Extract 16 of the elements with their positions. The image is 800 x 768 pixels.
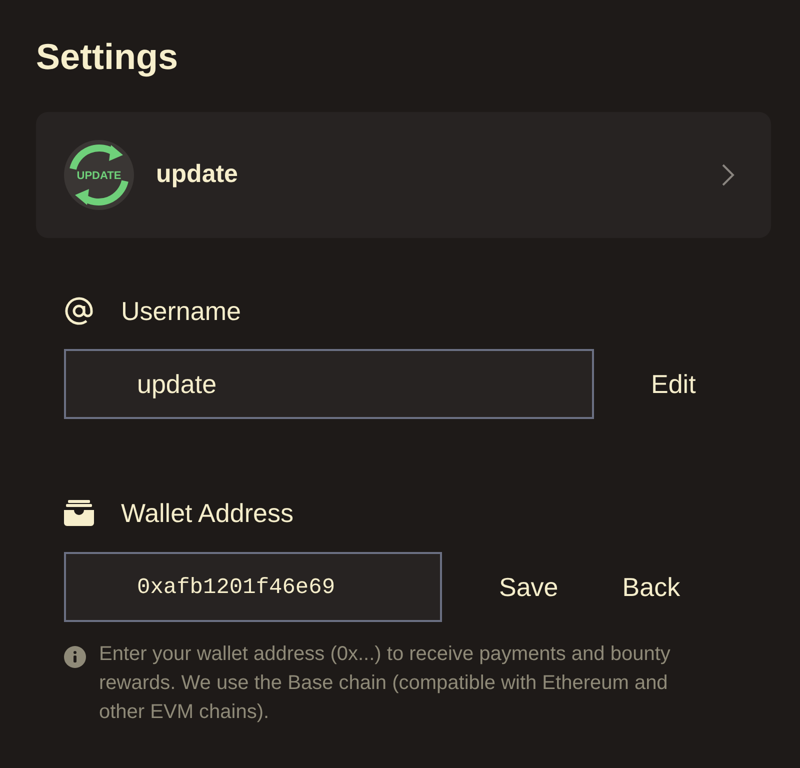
username-label: Username (121, 294, 241, 328)
profile-name: update (156, 159, 238, 190)
wallet-info-text: Enter your wallet address (0x...) to receive payments and bounty rewards. We use the Base chain (compatible with Ethereum and other EVM chains). (99, 642, 672, 725)
wallet-address-field[interactable]: 0xafb1201f46e69 (64, 552, 442, 622)
save-button[interactable]: Save (499, 568, 558, 606)
wallet-icon (64, 500, 94, 526)
back-button[interactable]: Back (622, 568, 680, 606)
info-icon (64, 646, 86, 668)
page-title: Settings (36, 35, 178, 79)
edit-button[interactable]: Edit (651, 364, 696, 404)
at-sign-icon (64, 296, 94, 326)
profile-card[interactable]: UPDATE update (36, 112, 771, 238)
wallet-address-label: Wallet Address (121, 496, 294, 530)
username-field[interactable]: update (64, 349, 594, 419)
avatar-icon: UPDATE (63, 139, 135, 211)
chevron-right-icon (721, 163, 735, 187)
